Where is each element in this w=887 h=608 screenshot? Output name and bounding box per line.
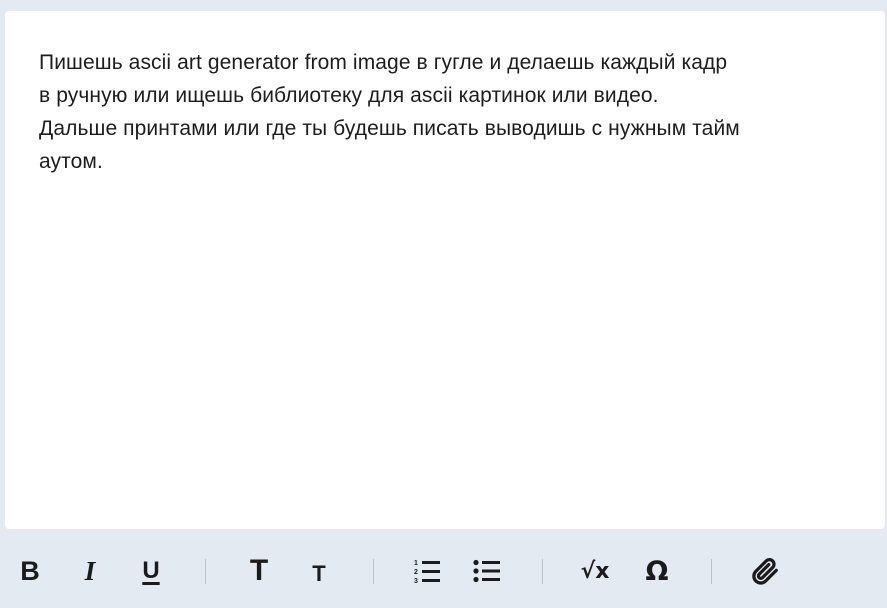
attach-file-button[interactable]	[747, 553, 783, 589]
bold-button[interactable]: B	[12, 553, 48, 589]
editor-area[interactable]: Пишешь ascii art generator from image в …	[5, 11, 885, 529]
heading-large-button[interactable]: T	[241, 553, 277, 589]
underline-icon: U	[142, 557, 160, 584]
heading-small-icon: T	[312, 561, 326, 586]
ordered-list-button[interactable]: 1 2 3	[410, 553, 446, 589]
formula-button[interactable]: √x	[577, 553, 613, 589]
square-root-icon: √x	[580, 558, 610, 584]
bold-icon: B	[20, 555, 40, 586]
svg-text:3: 3	[414, 578, 418, 584]
underline-button[interactable]: U	[133, 553, 169, 589]
ordered-list-icon: 1 2 3	[414, 560, 440, 584]
omega-icon: Ω	[645, 555, 669, 587]
italic-icon: I	[84, 555, 96, 586]
unordered-list-icon	[473, 559, 500, 583]
heading-large-icon: T	[249, 554, 269, 587]
toolbar-divider	[205, 559, 206, 584]
svg-text:1: 1	[414, 560, 418, 567]
editor-text[interactable]: Пишешь ascii art generator from image в …	[39, 46, 847, 178]
paperclip-icon	[752, 558, 778, 585]
unordered-list-button[interactable]	[469, 553, 505, 589]
special-char-button[interactable]: Ω	[639, 553, 675, 589]
toolbar-divider	[542, 559, 543, 584]
toolbar-divider	[711, 559, 712, 584]
heading-small-button[interactable]: T	[301, 553, 337, 589]
toolbar-divider	[373, 559, 374, 584]
svg-text:2: 2	[414, 569, 418, 576]
italic-button[interactable]: I	[72, 553, 108, 589]
formatting-toolbar: B I U T T 1 2 3 √x Ω	[0, 530, 887, 608]
